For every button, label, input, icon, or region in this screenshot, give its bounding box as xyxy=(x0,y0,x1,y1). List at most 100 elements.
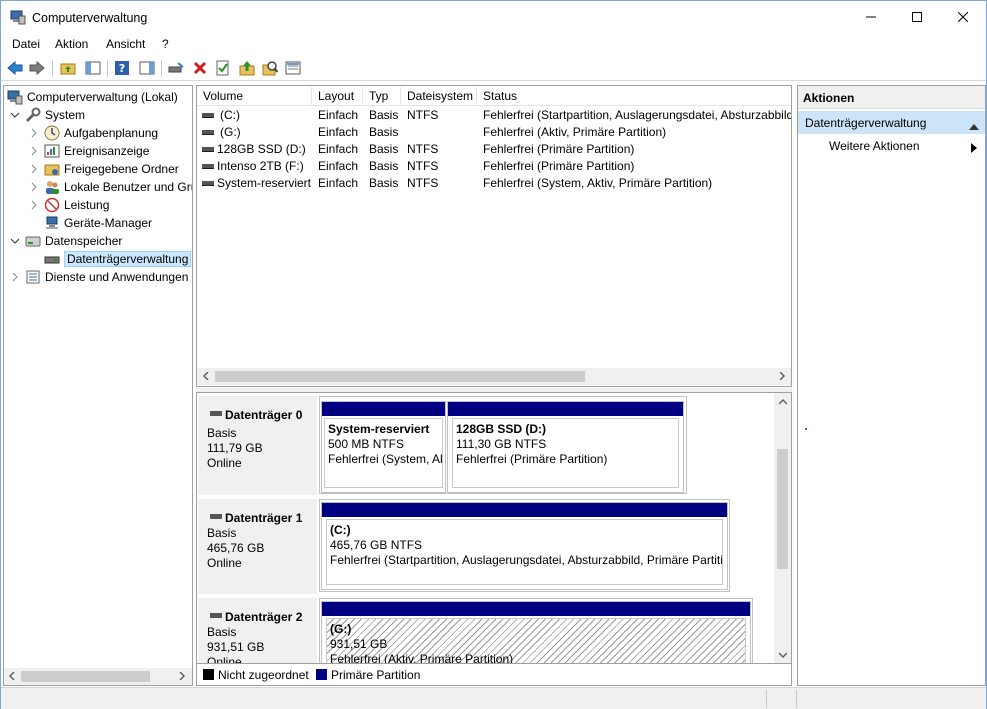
scroll-up-icon[interactable] xyxy=(778,397,788,407)
legend-unallocated-label: Nicht zugeordnet xyxy=(218,668,309,682)
disk-type: Basis xyxy=(207,526,237,540)
scrollbar-thumb[interactable] xyxy=(215,371,585,382)
disk-drive-icon xyxy=(210,514,222,519)
volume-row[interactable]: (C:) Einfach Basis NTFS Fehlerfrei (Star… xyxy=(197,107,791,124)
drive-icon xyxy=(202,164,214,169)
partition-system-reserved[interactable]: System-reserviert 500 MB NTFS Fehlerfrei… xyxy=(321,401,446,493)
tree-item-system[interactable]: System xyxy=(9,106,85,124)
tree-item-shared-folders[interactable]: Freigegebene Ordner xyxy=(28,160,179,178)
partition-128gb-ssd[interactable]: 128GB SSD (D:) 111,30 GB NTFS Fehlerfrei… xyxy=(447,401,684,493)
users-icon xyxy=(44,179,60,195)
partition-c[interactable]: (C:) 465,76 GB NTFS Fehlerfrei (Startpar… xyxy=(321,502,728,590)
disk-graphical-pane: Datenträger 0 Basis 111,79 GB Online Sys… xyxy=(196,392,792,664)
menu-help[interactable]: ? xyxy=(162,37,169,51)
volume-list-header: Volume Layout Typ Dateisystem Status xyxy=(197,87,791,106)
console-view-button[interactable] xyxy=(284,59,302,77)
delete-x-icon xyxy=(193,61,207,75)
drive-connect-icon xyxy=(168,62,184,73)
scroll-right-icon[interactable] xyxy=(177,671,187,681)
tree-item-storage[interactable]: Datenspeicher xyxy=(9,232,122,250)
disk-pane-vertical-scrollbar[interactable] xyxy=(774,393,791,663)
scroll-left-icon[interactable] xyxy=(7,671,17,681)
actions-section-disk-management[interactable]: Datenträgerverwaltung xyxy=(798,111,985,134)
actions-pane: Aktionen Datenträgerverwaltung Weitere A… xyxy=(797,85,986,686)
chevron-right-icon[interactable] xyxy=(28,199,40,211)
collapse-up-icon[interactable] xyxy=(969,119,979,133)
scroll-right-icon[interactable] xyxy=(777,371,787,381)
volume-list-horizontal-scrollbar[interactable] xyxy=(197,368,791,385)
column-header-type[interactable]: Typ xyxy=(363,87,401,106)
disk-info-1[interactable]: Datenträger 1 Basis 465,76 GB Online xyxy=(198,499,318,594)
partition-status: Fehlerfrei (System, Aktiv, Primäre Parti… xyxy=(328,452,442,466)
menu-file[interactable]: Datei xyxy=(12,37,40,51)
scrollbar-thumb[interactable] xyxy=(21,671,150,682)
help-button[interactable]: ? xyxy=(113,59,131,77)
connect-drive-button[interactable] xyxy=(167,59,185,77)
column-header-filesystem[interactable]: Dateisystem xyxy=(401,87,477,106)
volume-row[interactable]: System-reserviert Einfach Basis NTFS Feh… xyxy=(197,175,791,192)
show-action-pane-button[interactable] xyxy=(138,59,156,77)
partition-name: (G:) xyxy=(330,622,352,636)
chevron-down-icon[interactable] xyxy=(9,235,21,247)
back-button[interactable] xyxy=(6,59,24,77)
tree-item-services[interactable]: Dienste und Anwendungen xyxy=(9,268,188,286)
chevron-right-icon[interactable] xyxy=(28,127,40,139)
tree-item-computer-management[interactable]: Computerverwaltung (Lokal) xyxy=(7,88,178,106)
upload-button[interactable] xyxy=(238,59,256,77)
help-icon: ? xyxy=(115,61,129,75)
disk-state: Online xyxy=(207,456,242,470)
menu-action[interactable]: Aktion xyxy=(55,37,88,51)
search-button[interactable] xyxy=(261,59,279,77)
column-header-status[interactable]: Status xyxy=(477,87,791,106)
partition-size: 931,51 GB xyxy=(330,637,388,651)
column-header-layout[interactable]: Layout xyxy=(312,87,363,106)
tree-item-disk-management[interactable]: Datenträgerverwaltung xyxy=(44,250,192,268)
chevron-right-icon[interactable] xyxy=(9,271,21,283)
partition-g[interactable]: (G:) 931,51 GB Fehlerfrei (Aktiv, Primär… xyxy=(321,601,751,663)
tree-horizontal-scrollbar[interactable] xyxy=(4,668,192,685)
volume-row[interactable]: 128GB SSD (D:) Einfach Basis NTFS Fehler… xyxy=(197,141,791,158)
partition-size: 465,76 GB NTFS xyxy=(330,538,423,552)
scroll-down-icon[interactable] xyxy=(778,650,788,660)
disk-size: 465,76 GB xyxy=(207,541,265,555)
tree-item-event-viewer[interactable]: Ereignisanzeige xyxy=(28,142,149,160)
menu-view[interactable]: Ansicht xyxy=(106,37,145,51)
actions-section-label: Datenträgerverwaltung xyxy=(805,116,927,130)
more-actions-item[interactable]: Weitere Aktionen xyxy=(829,139,920,153)
tree-label: Geräte-Manager xyxy=(64,216,153,230)
volume-row[interactable]: (G:) Einfach Basis Fehlerfrei (Aktiv, Pr… xyxy=(197,124,791,141)
tree-item-task-scheduler[interactable]: Aufgabenplanung xyxy=(28,124,158,142)
tree-item-device-manager[interactable]: Geräte-Manager xyxy=(44,214,152,232)
properties-button[interactable] xyxy=(214,59,232,77)
column-header-volume[interactable]: Volume xyxy=(197,87,312,106)
delete-button[interactable] xyxy=(191,59,209,77)
minimize-button[interactable] xyxy=(848,1,894,33)
up-folder-button[interactable] xyxy=(59,59,77,77)
tree-label: Computerverwaltung (Lokal) xyxy=(27,90,178,104)
show-tree-button[interactable] xyxy=(84,59,102,77)
disk-info-2[interactable]: Datenträger 2 Basis 931,51 GB Online xyxy=(198,598,318,663)
volume-filesystem: NTFS xyxy=(407,159,439,173)
chevron-right-icon[interactable] xyxy=(28,145,40,157)
tree-item-performance[interactable]: Leistung xyxy=(28,196,109,214)
volume-type: Basis xyxy=(369,176,399,190)
close-button[interactable] xyxy=(940,1,986,33)
computer-management-icon xyxy=(10,10,26,25)
forward-button[interactable] xyxy=(28,59,46,77)
tree-label: Dienste und Anwendungen xyxy=(45,270,189,284)
volume-status: Fehlerfrei (Primäre Partition) xyxy=(483,142,635,156)
tree-item-local-users[interactable]: Lokale Benutzer und Gruppen xyxy=(28,178,192,196)
chevron-down-icon[interactable] xyxy=(9,109,21,121)
drive-icon xyxy=(202,147,214,152)
submenu-arrow-icon[interactable] xyxy=(971,142,977,156)
disk-info-0[interactable]: Datenträger 0 Basis 111,79 GB Online xyxy=(198,396,318,495)
scroll-left-icon[interactable] xyxy=(201,371,211,381)
scrollbar-thumb[interactable] xyxy=(777,449,788,569)
search-folder-icon xyxy=(262,61,278,76)
volume-row[interactable]: Intenso 2TB (F:) Einfach Basis NTFS Fehl… xyxy=(197,158,791,175)
maximize-button[interactable] xyxy=(894,1,940,33)
chevron-right-icon[interactable] xyxy=(28,163,40,175)
primary-partition-bar xyxy=(322,402,445,416)
chevron-right-icon[interactable] xyxy=(28,181,40,193)
legend-primary-label: Primäre Partition xyxy=(331,668,421,682)
